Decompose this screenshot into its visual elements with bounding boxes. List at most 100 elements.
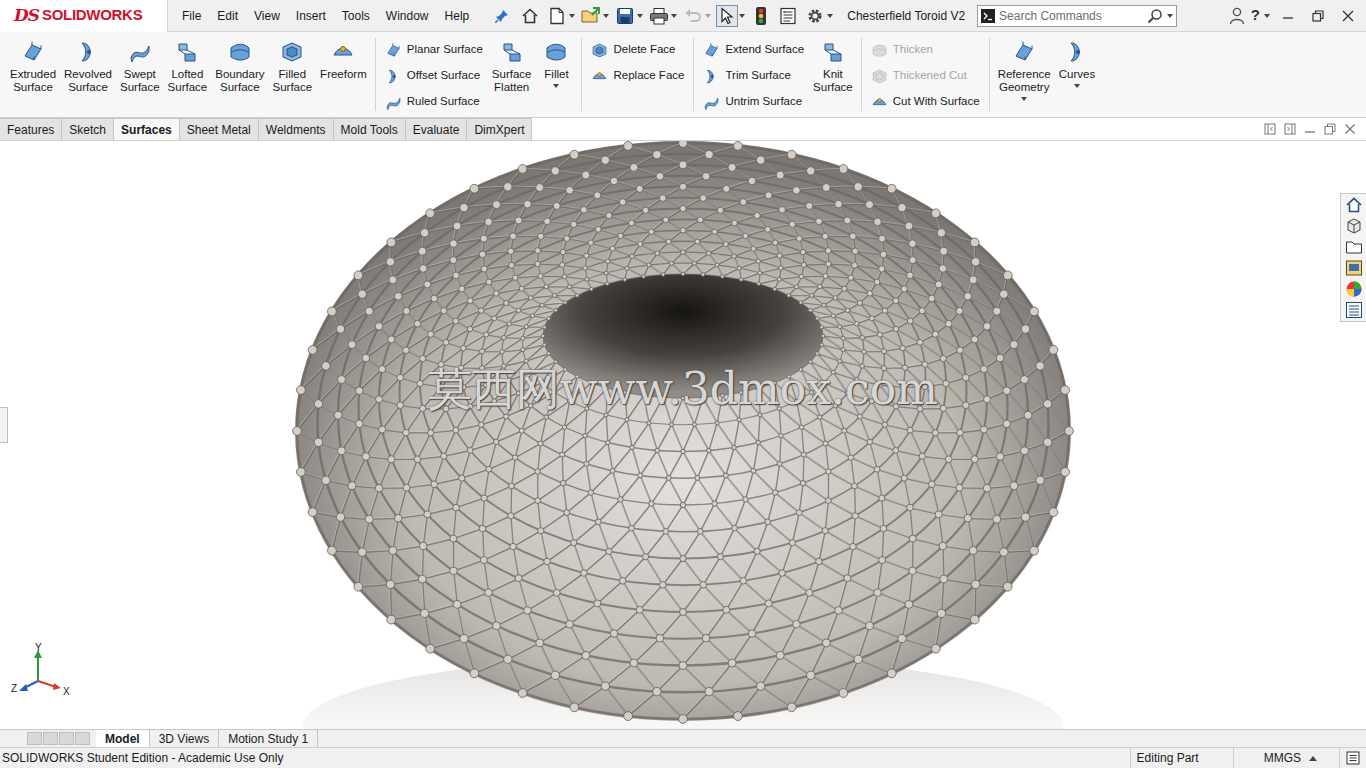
model-tab[interactable]: Model xyxy=(96,730,150,747)
menu-item[interactable]: Insert xyxy=(288,7,334,25)
design-library-tab[interactable] xyxy=(1345,217,1363,235)
appearances-tab[interactable] xyxy=(1345,280,1363,298)
button-stack: Extend Surface Trim SurfaceUntrim Surface xyxy=(699,32,808,115)
revolved-surface-button[interactable]: Revolved Surface xyxy=(61,32,115,103)
minimize-button[interactable] xyxy=(1304,123,1316,135)
fillet-button[interactable]: Fillet xyxy=(536,32,576,90)
tab-scroll-button[interactable] xyxy=(43,732,58,745)
command-tab-wrap: Surfaces xyxy=(114,118,180,140)
menu-item[interactable]: View xyxy=(246,7,288,25)
graphics-area[interactable]: 莫西网www.3dmox.com YZX xyxy=(0,141,1366,729)
restore-button[interactable] xyxy=(1324,123,1336,135)
search-input[interactable] xyxy=(999,7,1143,25)
command-tab[interactable]: Sketch xyxy=(62,118,114,140)
tile-left-button[interactable] xyxy=(1264,123,1276,135)
ribbon-separator xyxy=(375,38,376,111)
command-tab[interactable]: DimXpert xyxy=(467,118,532,140)
ribbon-separator xyxy=(581,38,582,111)
lofted-surface-button[interactable]: Lofted Surface xyxy=(165,32,211,103)
menu-item[interactable]: File xyxy=(174,7,209,25)
toolbar-button[interactable] xyxy=(517,3,543,29)
view-palette-tab[interactable] xyxy=(1345,259,1363,277)
surface-flatten-button[interactable]: Surface Flatten xyxy=(489,32,535,103)
swept-surface-button[interactable]: Swept Surface xyxy=(117,32,163,103)
command-tab[interactable]: Evaluate xyxy=(406,118,468,140)
planar-surface-button[interactable]: Planar Surface xyxy=(381,37,487,63)
boundary-surface-button[interactable]: Boundary Surface xyxy=(212,32,267,103)
command-tab[interactable]: Mold Tools xyxy=(334,118,406,140)
toolbar-button xyxy=(680,3,713,29)
menu-item[interactable]: Tools xyxy=(334,7,378,25)
tab-scroll-button[interactable] xyxy=(75,732,90,745)
tile-right-button[interactable] xyxy=(1284,123,1296,135)
dropdown-arrow-icon xyxy=(553,84,559,88)
toolbar-button[interactable] xyxy=(802,3,835,29)
restore-button[interactable] xyxy=(1306,4,1330,28)
toolbar-button[interactable] xyxy=(714,3,747,29)
appearances-icon xyxy=(1345,280,1363,298)
cut-with-surface-button[interactable]: Cut With Surface xyxy=(867,89,984,115)
extend-surface-button[interactable]: Extend Surface xyxy=(699,37,808,63)
curves-button[interactable]: Curves xyxy=(1056,32,1098,90)
toolbar-button[interactable] xyxy=(544,3,577,29)
view-palette-icon xyxy=(1345,259,1363,277)
toolbar-button-face xyxy=(614,5,636,27)
trim-surface-button[interactable]: Trim Surface xyxy=(699,63,808,89)
thicken-button: Thicken xyxy=(867,37,984,63)
toolbar-button[interactable] xyxy=(578,3,611,29)
reference-geometry-button[interactable]: Reference Geometry xyxy=(995,32,1054,103)
toolbar-button[interactable] xyxy=(748,3,774,29)
watermark: 莫西网www.3dmox.com xyxy=(428,356,938,422)
minimize-button[interactable] xyxy=(1276,4,1300,28)
offset-surface-icon xyxy=(385,68,402,85)
solidworks-logo[interactable]: DSSOLIDWORKS xyxy=(0,0,168,32)
toolbar-button[interactable] xyxy=(646,3,679,29)
dropdown-arrow-icon xyxy=(1264,14,1270,18)
close-button[interactable] xyxy=(1336,4,1360,28)
window-controls: ? xyxy=(1229,4,1366,28)
resources-tab[interactable] xyxy=(1345,196,1363,214)
planar-surface-icon xyxy=(385,42,402,59)
panel-collapse-handle[interactable] xyxy=(0,407,8,443)
extruded-surface-button[interactable]: Extruded Surface xyxy=(7,32,59,103)
toolbar-button[interactable] xyxy=(612,3,645,29)
dropdown-arrow-icon xyxy=(827,14,833,18)
close-icon xyxy=(1342,10,1354,22)
help-button[interactable]: ? xyxy=(1251,4,1260,27)
tab-scroll-button[interactable] xyxy=(27,732,42,745)
freeform-button[interactable]: Freeform xyxy=(317,32,370,90)
replace-face-button[interactable]: Replace Face xyxy=(587,63,688,89)
model-tab[interactable]: 3D Views xyxy=(150,730,219,747)
button-label: Reference Geometry xyxy=(998,68,1051,94)
menu-item[interactable]: Edit xyxy=(209,7,246,25)
file-explorer-tab[interactable] xyxy=(1345,238,1363,256)
toolbar-button[interactable] xyxy=(775,3,801,29)
filled-surface-button[interactable]: Filled Surface xyxy=(269,32,315,103)
torus-model[interactable] xyxy=(0,141,1366,729)
menu-item[interactable]: Window xyxy=(378,7,437,25)
custom-properties-tab[interactable] xyxy=(1345,301,1363,319)
model-tab[interactable]: Motion Study 1 xyxy=(219,730,318,747)
delete-face-button[interactable]: Delete Face xyxy=(587,37,688,63)
ruled-surface-button[interactable]: Ruled Surface xyxy=(381,89,487,115)
offset-surface-button[interactable]: Offset Surface xyxy=(381,63,487,89)
menu-item[interactable]: Help xyxy=(437,7,478,25)
close-button[interactable] xyxy=(1344,123,1356,135)
customize-status-button[interactable] xyxy=(1339,748,1366,768)
command-tab[interactable]: Surfaces xyxy=(114,118,180,140)
model-tabs: Model3D ViewsMotion Study 1 xyxy=(0,729,1366,747)
button-label: Extend Surface xyxy=(725,41,804,58)
untrim-surface-button[interactable]: Untrim Surface xyxy=(699,89,808,115)
button-label: Freeform xyxy=(320,68,367,81)
reference-triad: YZX xyxy=(10,643,72,701)
command-tab[interactable]: Sheet Metal xyxy=(180,118,259,140)
command-tab[interactable]: Features xyxy=(0,118,62,140)
tab-scroll-button[interactable] xyxy=(59,732,74,745)
command-tab[interactable]: Weldments xyxy=(259,118,334,140)
unit-system[interactable]: MMGS xyxy=(1233,748,1339,768)
help-menu[interactable]: ? xyxy=(1251,4,1270,27)
print-icon xyxy=(649,7,669,25)
knit-surface-button[interactable]: Knit Surface xyxy=(810,32,856,103)
dropdown-arrow-icon xyxy=(637,14,643,18)
dropdown-arrow-icon xyxy=(1021,97,1027,101)
